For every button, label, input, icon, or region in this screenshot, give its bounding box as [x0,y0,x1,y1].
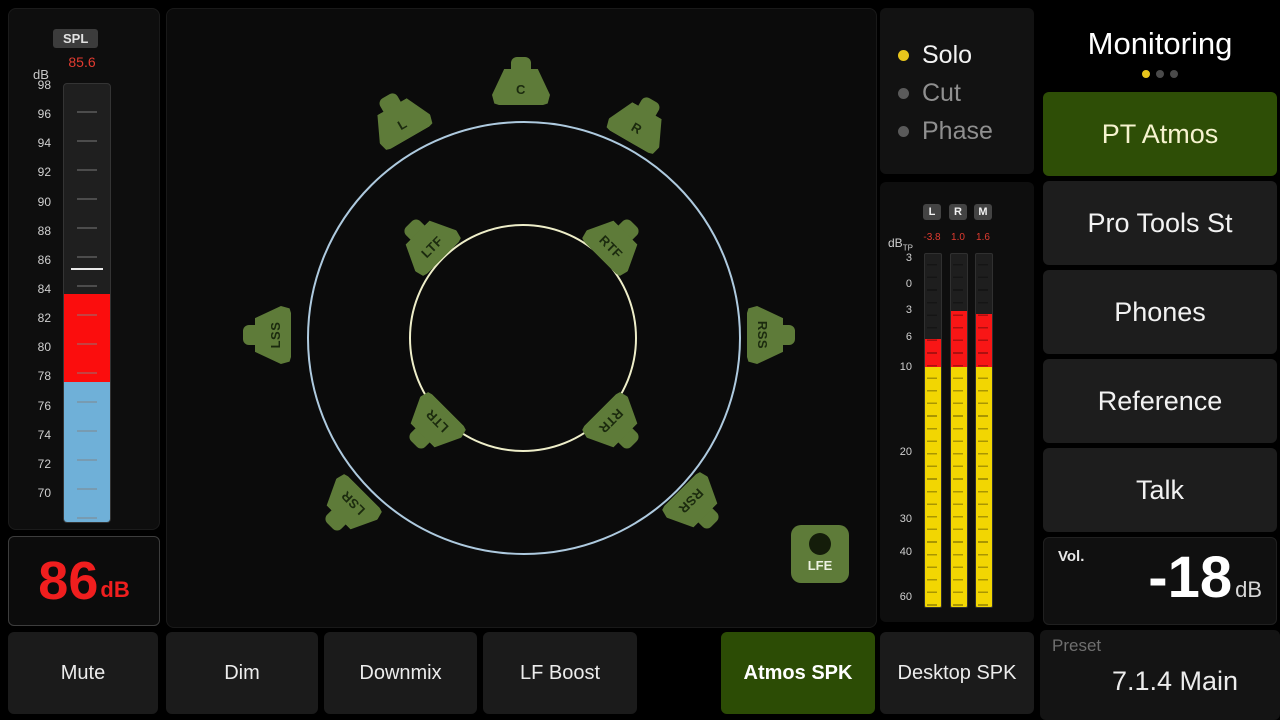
preset-display[interactable]: Preset 7.1.4 Main [1040,630,1280,720]
speaker-stage: C L R LTF RTF LSS RSS LTR [166,8,877,628]
speaker-lfe[interactable]: LFE [791,525,849,583]
page-dot-active[interactable] [1142,70,1150,78]
source-button-phones[interactable]: Phones [1043,270,1277,354]
mute-button[interactable]: Mute [8,632,158,714]
lfe-driver-icon [809,533,831,555]
downmix-button[interactable]: Downmix [324,632,477,714]
meter-scale-tick: 3 [906,304,912,316]
spl-big-unit: dB [100,577,129,603]
spl-scale-tick: 98 [38,79,51,91]
speaker-label: LTF [418,233,446,261]
speaker-label: RTR [596,406,627,437]
meter-unit-label: dBTP [888,236,913,252]
spl-meter-bar [63,83,111,523]
meter-scale-tick: 20 [900,446,912,458]
preset-value: 7.1.4 Main [1080,666,1270,697]
spl-badge: SPL [53,29,98,48]
source-button-reference[interactable]: Reference [1043,359,1277,443]
preset-label: Preset [1052,636,1101,656]
spl-scale-tick: 94 [38,137,51,149]
volume-control[interactable]: Vol. -18 dB [1043,537,1277,625]
lf-boost-button[interactable]: LF Boost [483,632,637,714]
spl-value-box: 86 dB [8,536,160,626]
spl-scale-tick: 88 [38,225,51,237]
spl-scale-tick: 72 [38,458,51,470]
speaker-c[interactable]: C [492,57,550,105]
meter-scale-tick: 60 [900,591,912,603]
option-phase[interactable]: Phase [880,112,1034,150]
spl-scale-tick: 74 [38,429,51,441]
volume-label: Vol. [1058,548,1084,565]
spl-scale-tick: 90 [38,196,51,208]
meter-channel-badge-l: L [923,204,941,220]
spl-tick-marks [77,84,97,522]
source-button-pro-tools-st[interactable]: Pro Tools St [1043,181,1277,265]
meter-scale-tick: 30 [900,513,912,525]
spl-scale-tick: 70 [38,487,51,499]
spl-scale-tick: 86 [38,254,51,266]
spl-scale-tick: 76 [38,400,51,412]
radio-dot-icon [898,88,909,99]
meter-tick-marks [953,253,963,606]
page-dot[interactable] [1156,70,1164,78]
page-dot[interactable] [1170,70,1178,78]
speaker-label: LSR [338,488,368,518]
dim-button[interactable]: Dim [166,632,318,714]
output-meter-panel: L R M -3.8 1.0 1.6 dBTP 3 0 3 6 10 20 30… [880,182,1034,622]
source-button-pt-atmos[interactable]: PT Atmos [1043,92,1277,176]
speaker-label: RSS [756,321,771,349]
speaker-label: RSR [676,486,707,517]
speaker-label: LSS [268,322,283,349]
meter-scale-tick: 0 [906,278,912,290]
meter-scale-tick: 40 [900,546,912,558]
monitor-controller-app: SPL 85.6 dB 98 96 94 92 90 88 86 84 82 8… [0,0,1280,720]
meter-scale-tick: 3 [906,252,912,264]
option-solo[interactable]: Solo [880,36,1034,74]
source-button-talk[interactable]: Talk [1043,448,1277,532]
spl-big-value: 86 [38,554,98,608]
spl-panel: SPL 85.6 dB 98 96 94 92 90 88 86 84 82 8… [8,8,160,530]
page-title: Monitoring [1040,26,1280,62]
meter-scale-tick: 6 [906,331,912,343]
atmos-spk-button[interactable]: Atmos SPK [721,632,875,714]
desktop-spk-button[interactable]: Desktop SPK [880,632,1034,714]
spl-scale-tick: 82 [38,312,51,324]
meter-scale: 3 0 3 6 10 20 30 40 60 [880,253,912,606]
spl-peak-marker [71,268,103,270]
spl-scale: 98 96 94 92 90 88 86 84 82 80 78 76 74 7… [9,79,51,499]
speaker-label: L [395,115,410,132]
speaker-label: LTR [422,407,451,436]
speaker-l[interactable]: L [361,82,435,153]
volume-unit: dB [1235,577,1262,603]
speaker-rss[interactable]: RSS [747,306,795,364]
speaker-lss[interactable]: LSS [243,306,291,364]
meter-scale-tick: 10 [900,361,912,373]
meter-tick-marks [927,253,937,606]
meter-tick-marks [978,253,988,606]
meter-channel-badge-r: R [949,204,967,220]
meter-peak-value-m: 1.6 [967,232,999,243]
meter-channel-badge-m: M [974,204,992,220]
speaker-label: R [629,119,645,137]
radio-dot-icon [898,50,909,61]
spl-scale-tick: 84 [38,283,51,295]
spl-scale-tick: 92 [38,166,51,178]
spl-current-value: 85.6 [49,54,115,70]
speaker-label: RTF [597,232,627,262]
option-cut[interactable]: Cut [880,74,1034,112]
spl-scale-tick: 78 [38,370,51,382]
speaker-label: C [516,82,526,97]
speaker-label: LFE [791,558,849,573]
volume-value: -18 [1148,546,1232,610]
spl-scale-tick: 80 [38,341,51,353]
solo-mode-panel: Solo Cut Phase [880,8,1034,174]
page-dots[interactable] [1040,70,1280,78]
spl-scale-tick: 96 [38,108,51,120]
radio-dot-icon [898,126,909,137]
